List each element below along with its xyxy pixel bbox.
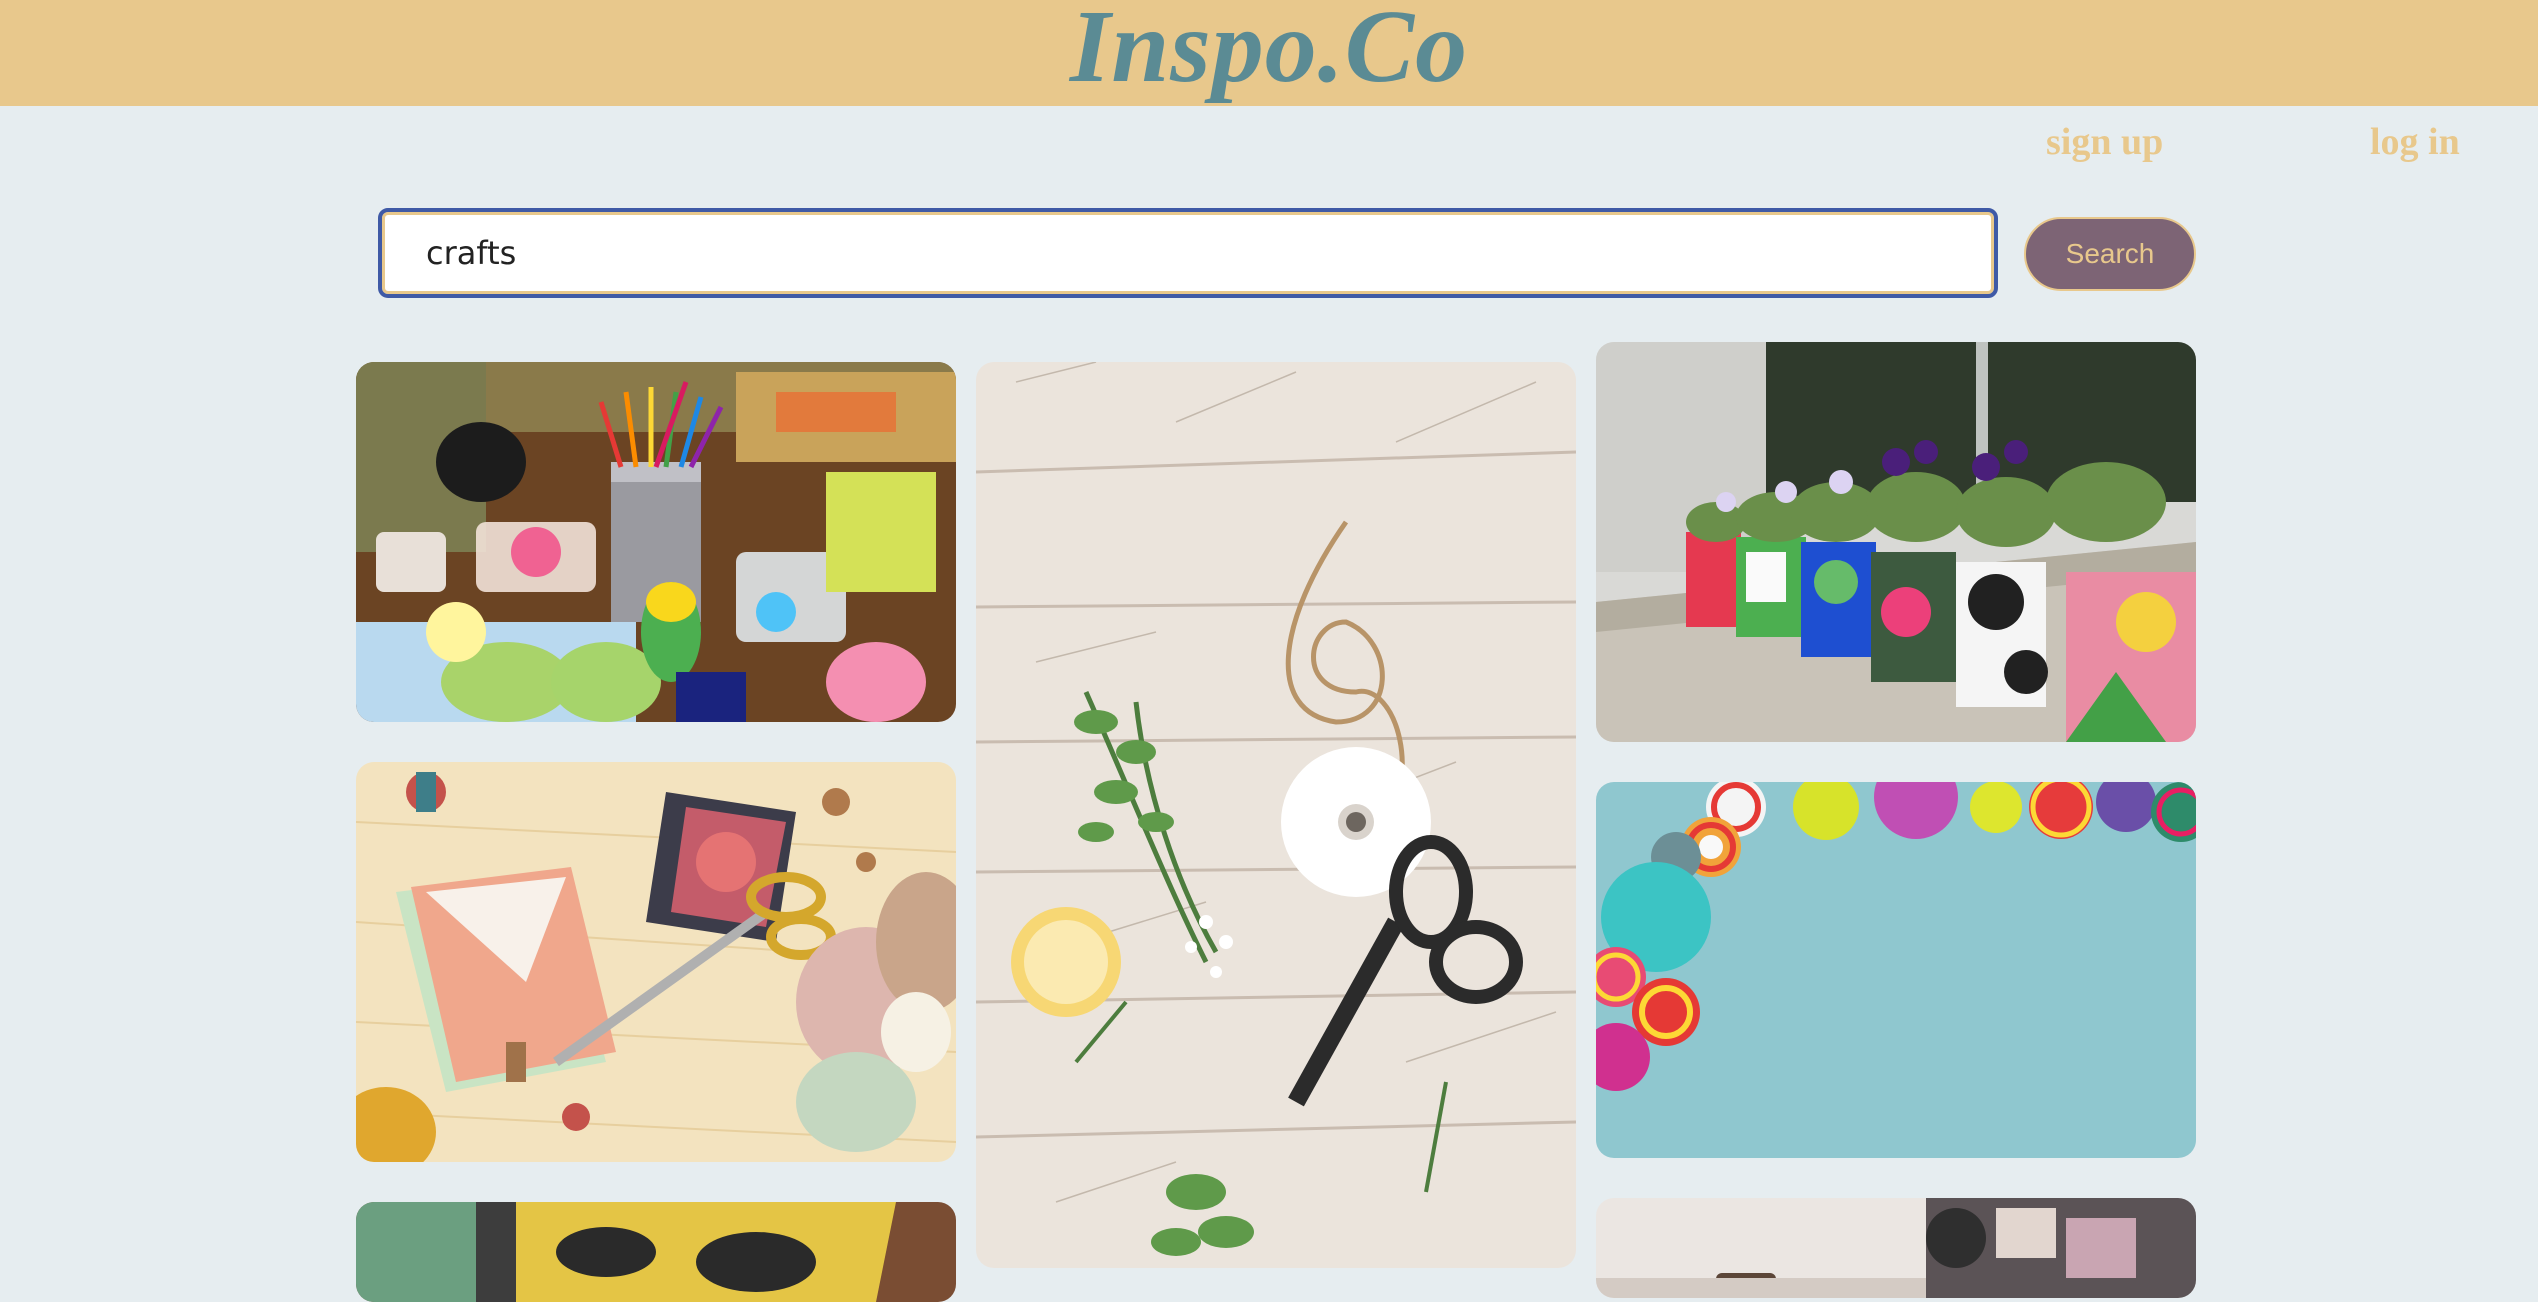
paper-craft-photo[interactable] bbox=[356, 1202, 956, 1302]
envelope-scissors-yarn-photo[interactable] bbox=[356, 762, 956, 1162]
site-logo[interactable]: Inspo.Co bbox=[0, 0, 2538, 102]
signup-link[interactable]: sign up bbox=[2046, 120, 2163, 164]
painted-flower-pots-photo[interactable] bbox=[1596, 342, 2196, 742]
twine-scissors-herbs-photo[interactable] bbox=[976, 362, 1576, 1268]
search-button[interactable]: Search bbox=[2024, 217, 2196, 291]
craft-studio-photo[interactable] bbox=[1596, 1198, 2196, 1298]
search-input[interactable] bbox=[378, 208, 1998, 298]
craft-supplies-photo[interactable] bbox=[356, 362, 956, 722]
login-link[interactable]: log in bbox=[2370, 120, 2460, 164]
felt-balls-photo[interactable] bbox=[1596, 782, 2196, 1158]
site-header: Inspo.Co bbox=[0, 0, 2538, 106]
